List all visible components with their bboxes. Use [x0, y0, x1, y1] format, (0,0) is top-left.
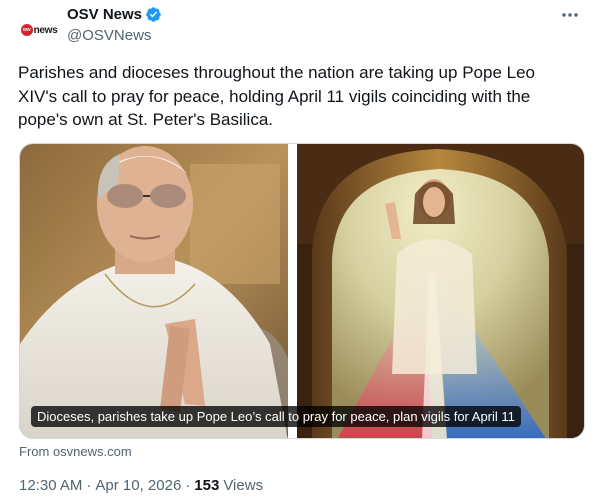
tweet-date[interactable]: Apr 10, 2026 — [95, 477, 181, 494]
osv-news-logo: osv news — [20, 24, 58, 36]
meta-separator-2: · — [185, 477, 191, 494]
card-source[interactable]: From osvnews.com — [19, 444, 132, 459]
author-name-row: OSV News — [67, 6, 162, 23]
author-handle[interactable]: @OSVNews — [67, 27, 151, 44]
tweet-text: Parishes and dioceses throughout the nat… — [18, 63, 535, 129]
divine-mercy-image — [297, 144, 584, 438]
tweet-time[interactable]: 12:30 AM — [19, 477, 82, 494]
author-display-name[interactable]: OSV News — [67, 6, 142, 23]
avatar[interactable]: osv news — [17, 8, 61, 52]
verified-badge-icon — [146, 7, 161, 22]
tweet-meta: 12:30 AM · Apr 10, 2026 · 153 Views — [19, 477, 263, 494]
link-card-media[interactable] — [19, 143, 585, 439]
more-icon — [562, 13, 578, 17]
views-label: Views — [223, 477, 264, 494]
meta-separator: · — [86, 477, 92, 494]
more-button[interactable] — [559, 6, 581, 24]
card-caption[interactable]: Dioceses, parishes take up Pope Leo’s ca… — [31, 406, 521, 427]
logo-dot: osv — [20, 24, 33, 36]
pope-photo — [20, 144, 288, 438]
logo-word: news — [33, 24, 58, 36]
views-count: 153 — [194, 477, 220, 494]
